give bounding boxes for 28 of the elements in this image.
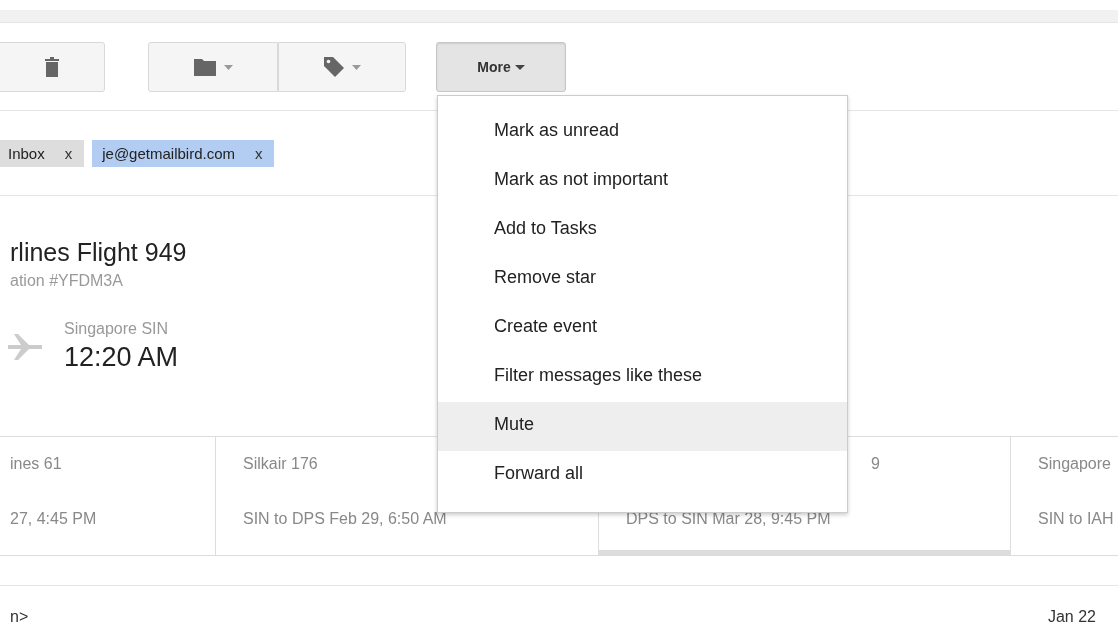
menu-item[interactable]: Add to Tasks [438,206,847,255]
remove-label-button[interactable]: x [64,144,73,162]
menu-item[interactable]: Create event [438,304,847,353]
message-date: Jan 22 [1047,608,1096,626]
departure-time: 12:20 AM [64,342,179,373]
caret-icon [514,64,525,70]
flight-title: rlines Flight 949 [10,238,187,267]
menu-item[interactable]: Mark as unread [438,108,847,157]
origin-airport: Singapore SIN [64,320,170,338]
menu-item[interactable]: Mark as not important [438,157,847,206]
more-button[interactable]: More [436,42,566,92]
menu-item[interactable]: Filter messages like these [438,353,847,402]
trash-icon [45,57,59,77]
remove-label-button[interactable]: x [255,144,263,162]
flight-leg-tab[interactable]: Singapore SIN to IAH [1011,437,1118,555]
move-button[interactable] [148,42,278,92]
tag-icon [323,57,344,77]
delete-button[interactable] [0,42,105,92]
confirmation-number: ation #YFDM3A [10,272,123,290]
labels-button[interactable] [278,42,406,92]
flight-leg-tab[interactable]: ines 61 27, 4:45 PM [0,437,216,555]
menu-item[interactable]: Remove star [438,255,847,304]
menu-item[interactable]: Mute [438,402,847,451]
label-text: je@getmailbird.com [102,144,235,162]
folder-icon [193,58,216,76]
airplane-icon [8,333,42,360]
sender-address: n> [10,608,29,626]
label-text: Inbox [8,144,45,162]
